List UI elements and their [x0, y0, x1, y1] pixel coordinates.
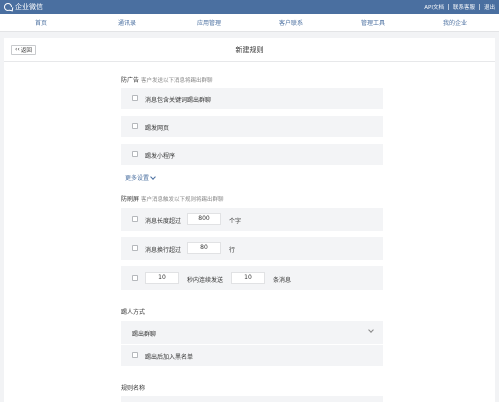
seconds-text: 秒内连续发送 [187, 277, 224, 284]
kick-method-select[interactable]: 踢出群聊 [121, 321, 383, 344]
api-docs-link[interactable]: API文档 [424, 3, 444, 11]
spam-section-hint: 客户消息触发以下规则将踢出群聊 [141, 197, 224, 203]
name-section-title: 规则名称 [121, 385, 146, 392]
lines-input[interactable]: 80 [187, 242, 221, 254]
option-label: 消息包含关键词踢出群聊 [145, 97, 212, 104]
option-send-miniprogram[interactable]: 踢发小程序 [121, 144, 383, 165]
spam-section-title: 防刷屏 客户消息触发以下规则将踢出群聊 [121, 194, 224, 203]
length-input[interactable]: 800 [187, 213, 221, 225]
checkbox[interactable] [132, 151, 138, 157]
nav-item-customers[interactable]: 客户联系 [279, 18, 303, 27]
logo-text: 企业微信 [15, 3, 43, 11]
checkbox[interactable] [132, 275, 138, 281]
top-links: API文档 联系客服 退出 [424, 3, 495, 11]
nav-item-apps[interactable]: 应用管理 [197, 18, 221, 27]
option-length-limit[interactable]: 消息长度超过 800 个字 [121, 208, 383, 231]
count-unit: 条消息 [273, 277, 292, 284]
main-nav: 首页 通讯录 应用管理 客户联系 管理工具 我的企业 [0, 14, 499, 32]
nav-item-contacts[interactable]: 通讯录 [118, 18, 136, 27]
ad-section-heading: 防广告 [121, 77, 140, 84]
kick-section-title: 踢人方式 [121, 309, 146, 316]
chevron-down-icon [150, 174, 156, 180]
wecom-logo-icon [4, 3, 12, 11]
option-keyword-kick[interactable]: 消息包含关键词踢出群聊 [121, 88, 383, 109]
logout-link[interactable]: 退出 [484, 3, 495, 11]
top-bar: 企业微信 API文档 联系客服 退出 [0, 0, 499, 14]
option-flood-limit[interactable]: 10 秒内连续发送 10 条消息 [121, 266, 383, 290]
checkbox[interactable] [132, 123, 138, 129]
lines-unit: 行 [229, 247, 236, 254]
nav-item-my-company[interactable]: 我的企业 [443, 18, 467, 27]
kick-method-value: 踢出群聊 [132, 331, 157, 338]
blacklist-label: 踢出后加入黑名单 [145, 354, 194, 361]
option-label: 踢发网页 [145, 125, 170, 132]
checkbox[interactable] [132, 95, 138, 101]
divider [447, 4, 449, 10]
spam-section-heading: 防刷屏 [121, 196, 140, 203]
more-settings-link[interactable]: 更多设置 [125, 173, 156, 182]
nav-item-home[interactable]: 首页 [35, 18, 47, 27]
logo[interactable]: 企业微信 [4, 2, 43, 12]
length-label: 消息长度超过 [145, 218, 182, 225]
page-title: 新建规则 [235, 46, 264, 54]
back-button-label: 返回 [20, 48, 32, 54]
option-label: 踢发小程序 [145, 153, 176, 160]
chevron-down-icon [368, 327, 374, 333]
lines-label: 消息换行超过 [145, 247, 182, 254]
length-unit: 个字 [229, 218, 242, 225]
option-send-webpage[interactable]: 踢发网页 [121, 116, 383, 137]
ad-section-hint: 客户发送以下消息将踢出群聊 [141, 78, 213, 84]
back-arrow-icon: ‹‹ [15, 46, 20, 53]
seconds-input[interactable]: 10 [145, 272, 179, 284]
checkbox[interactable] [132, 352, 138, 358]
ad-section-title: 防广告 客户发送以下消息将踢出群聊 [121, 75, 213, 84]
rule-form: 防广告 客户发送以下消息将踢出群聊 消息包含关键词踢出群聊 踢发网页 踢发小程序 … [4, 62, 495, 402]
count-input[interactable]: 10 [231, 272, 265, 284]
checkbox[interactable] [132, 216, 138, 222]
option-blacklist[interactable]: 踢出后加入黑名单 [121, 345, 383, 366]
contact-support-link[interactable]: 联系客服 [453, 3, 475, 11]
page-header: 新建规则 ‹‹ 返回 [4, 38, 495, 62]
divider [478, 4, 480, 10]
checkbox[interactable] [132, 245, 138, 251]
nav-item-tools[interactable]: 管理工具 [361, 18, 385, 27]
back-button[interactable]: ‹‹ 返回 [11, 45, 36, 55]
rule-name-input[interactable] [121, 396, 383, 402]
option-line-limit[interactable]: 消息换行超过 80 行 [121, 237, 383, 260]
more-settings-label: 更多设置 [125, 175, 150, 182]
